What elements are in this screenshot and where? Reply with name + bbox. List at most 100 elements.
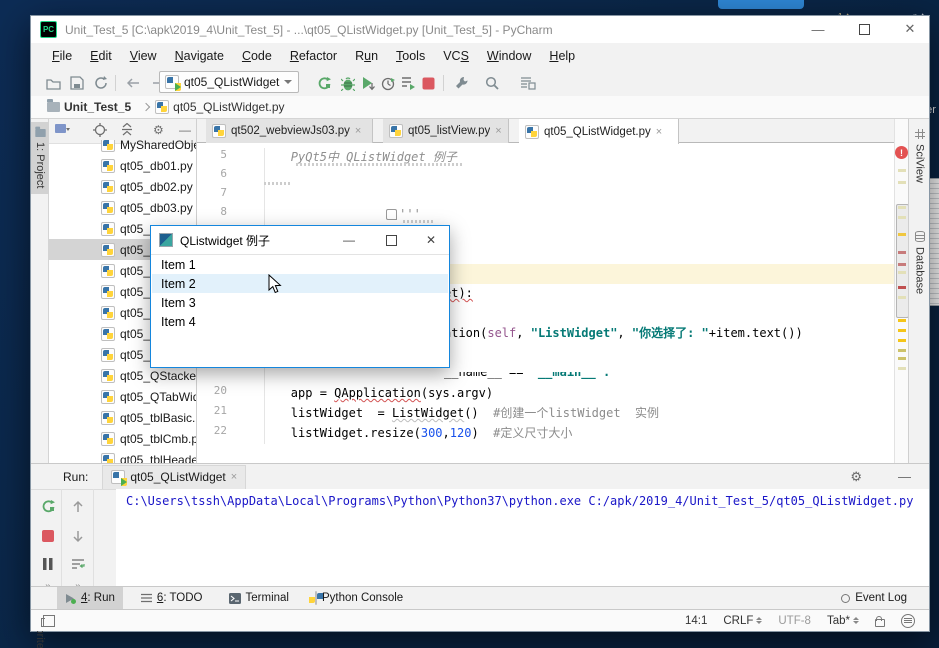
menu-item-code[interactable]: Code	[233, 46, 281, 66]
breadcrumb-root[interactable]: Unit_Test_5	[64, 100, 131, 114]
sidebar-tab-project[interactable]: 1: Project	[31, 122, 49, 194]
tree-item-mysharedobje[interactable]: MySharedObje	[49, 140, 196, 155]
dialog-maximize-button[interactable]	[375, 226, 407, 254]
stripe-mark[interactable]	[898, 216, 906, 219]
menu-item-help[interactable]: Help	[540, 46, 584, 66]
debug-icon[interactable]	[338, 73, 358, 93]
stripe-mark[interactable]	[898, 181, 906, 184]
tree-item-qt05_qtabwid[interactable]: qt05_QTabWid	[49, 386, 196, 407]
error-count-icon[interactable]: !	[895, 146, 908, 159]
line-separator-select[interactable]: CRLF	[723, 615, 762, 627]
list-item-item-4[interactable]: Item 4	[152, 312, 448, 331]
list-item-item-1[interactable]: Item 1	[152, 255, 448, 274]
menu-item-tools[interactable]: Tools	[387, 46, 434, 66]
stripe-mark[interactable]	[898, 329, 906, 332]
toolwindow-tab-python-console[interactable]: Python Console	[307, 587, 411, 609]
stripe-mark[interactable]	[898, 286, 906, 289]
locate-file-icon[interactable]	[93, 123, 107, 137]
menu-item-refactor[interactable]: Refactor	[281, 46, 346, 66]
pause-output-icon[interactable]	[39, 555, 57, 573]
indent-style-select[interactable]: Tab*	[827, 615, 859, 627]
stripe-mark[interactable]	[898, 349, 906, 352]
stripe-mark[interactable]	[898, 251, 906, 254]
code-line-6[interactable]: 6	[197, 167, 894, 186]
stripe-mark[interactable]	[898, 367, 906, 370]
rerun-icon[interactable]	[314, 73, 334, 93]
error-stripe[interactable]	[894, 119, 908, 463]
code-line-7[interactable]: 7	[197, 186, 894, 205]
stripe-mark[interactable]	[898, 296, 906, 299]
editor-tab-qt502_webviewjs03py[interactable]: qt502_webviewJs03.py	[206, 119, 373, 143]
caret-position[interactable]: 14:1	[685, 615, 707, 627]
search-icon[interactable]	[482, 73, 502, 93]
close-button[interactable]: ✕	[893, 16, 927, 42]
run-configuration-select[interactable]: qt05_QListWidget	[159, 71, 299, 93]
tree-item-qt05_db03py[interactable]: qt05_db03.py	[49, 197, 196, 218]
code-line-22[interactable]: 22 listWidget.resize(300,120) #定义尺寸大小	[197, 424, 894, 443]
sync-icon[interactable]	[91, 73, 111, 93]
hide-run-panel-icon[interactable]: —	[898, 469, 911, 484]
soft-wrap-icon[interactable]	[69, 555, 87, 573]
run-dashboard-icon[interactable]	[398, 73, 418, 93]
tree-item-qt05_db02py[interactable]: qt05_db02.py	[49, 176, 196, 197]
breadcrumb-file[interactable]: qt05_QListWidget.py	[173, 100, 284, 114]
tree-item-qt05_tblbasicp[interactable]: qt05_tblBasic.p	[49, 407, 196, 428]
code-line-21[interactable]: 21 listWidget = ListWidget() #创建一个listWi…	[197, 404, 894, 423]
close-icon[interactable]	[231, 472, 237, 482]
stripe-mark[interactable]	[898, 339, 906, 342]
stripe-mark[interactable]	[898, 263, 906, 266]
close-icon[interactable]	[656, 127, 662, 137]
tree-item-qt05_tblcmbpy[interactable]: qt05_tblCmb.py	[49, 428, 196, 449]
title-bar[interactable]: PC Unit_Test_5 [C:\apk\2019_4\Unit_Test_…	[31, 16, 929, 43]
profiler-icon[interactable]	[378, 73, 398, 93]
dialog-close-button[interactable]: ✕	[415, 226, 447, 254]
maximize-button[interactable]	[847, 16, 881, 42]
readonly-lock-icon[interactable]	[875, 619, 885, 627]
code-line-20[interactable]: 20 app = QApplication(sys.argv)	[197, 384, 894, 403]
toolwindow-tab-4-run[interactable]: 4: Run	[57, 587, 123, 609]
stop-process-icon[interactable]	[39, 527, 57, 545]
stripe-mark[interactable]	[898, 233, 906, 236]
menu-item-file[interactable]: File	[43, 46, 81, 66]
toolwindow-tab-6-todo[interactable]: 6: TODO	[133, 587, 211, 609]
run-with-coverage-icon[interactable]	[358, 73, 378, 93]
event-log-button[interactable]: Event Log	[841, 592, 929, 604]
wrench-icon[interactable]	[452, 73, 472, 93]
run-settings-gear-icon[interactable]: ⚙	[850, 469, 862, 485]
close-icon[interactable]	[355, 126, 361, 136]
close-icon[interactable]	[495, 126, 501, 136]
stripe-mark[interactable]	[898, 357, 906, 360]
stripe-mark[interactable]	[898, 271, 906, 274]
sidebar-tab-sciview[interactable]: SciView	[909, 129, 930, 183]
minimize-button[interactable]: —	[801, 16, 835, 42]
tree-item-qt05_db01py[interactable]: qt05_db01.py	[49, 155, 196, 176]
qlistwidget-dialog[interactable]: QListwidget 例子 — ✕ Item 1Item 2Item 3Ite…	[150, 225, 450, 368]
menu-item-navigate[interactable]: Navigate	[166, 46, 233, 66]
stripe-mark[interactable]	[898, 169, 906, 172]
stop-icon[interactable]	[418, 73, 438, 93]
collapse-all-icon[interactable]	[121, 123, 134, 136]
stripe-mark[interactable]	[898, 206, 906, 209]
editor-tab-qt05_qlistwidgetpy[interactable]: qt05_QListWidget.py	[519, 119, 679, 144]
rerun-process-icon[interactable]	[39, 497, 57, 515]
menu-item-run[interactable]: Run	[346, 46, 387, 66]
stripe-mark[interactable]	[898, 319, 906, 322]
menu-item-window[interactable]: Window	[478, 46, 540, 66]
tree-item-qt05_qstacked[interactable]: qt05_QStacked	[49, 365, 196, 386]
dialog-title-bar[interactable]: QListwidget 例子 — ✕	[151, 226, 449, 255]
menu-item-edit[interactable]: Edit	[81, 46, 121, 66]
toolwindow-tab-terminal[interactable]: Terminal	[221, 587, 297, 609]
tree-item-qt05_tblheade[interactable]: qt05_tblHeade	[49, 449, 196, 463]
view-mode-icon[interactable]	[55, 123, 71, 136]
sidebar-tab-database[interactable]: Database	[909, 231, 930, 294]
run-console-tab[interactable]: qt05_QListWidget	[102, 465, 246, 489]
list-item-item-3[interactable]: Item 3	[152, 293, 448, 312]
menu-item-vcs[interactable]: VCS	[434, 46, 478, 66]
save-icon[interactable]	[67, 73, 87, 93]
dialog-minimize-button[interactable]: —	[333, 226, 365, 254]
toggle-toolwindows-icon[interactable]	[43, 615, 55, 627]
editor-tab-qt05_listviewpy[interactable]: qt05_listView.py	[383, 119, 509, 143]
fold-marker-icon[interactable]	[386, 209, 397, 220]
code-line-8[interactable]: 8 '''	[197, 205, 894, 224]
inspections-hector-icon[interactable]	[901, 614, 915, 628]
